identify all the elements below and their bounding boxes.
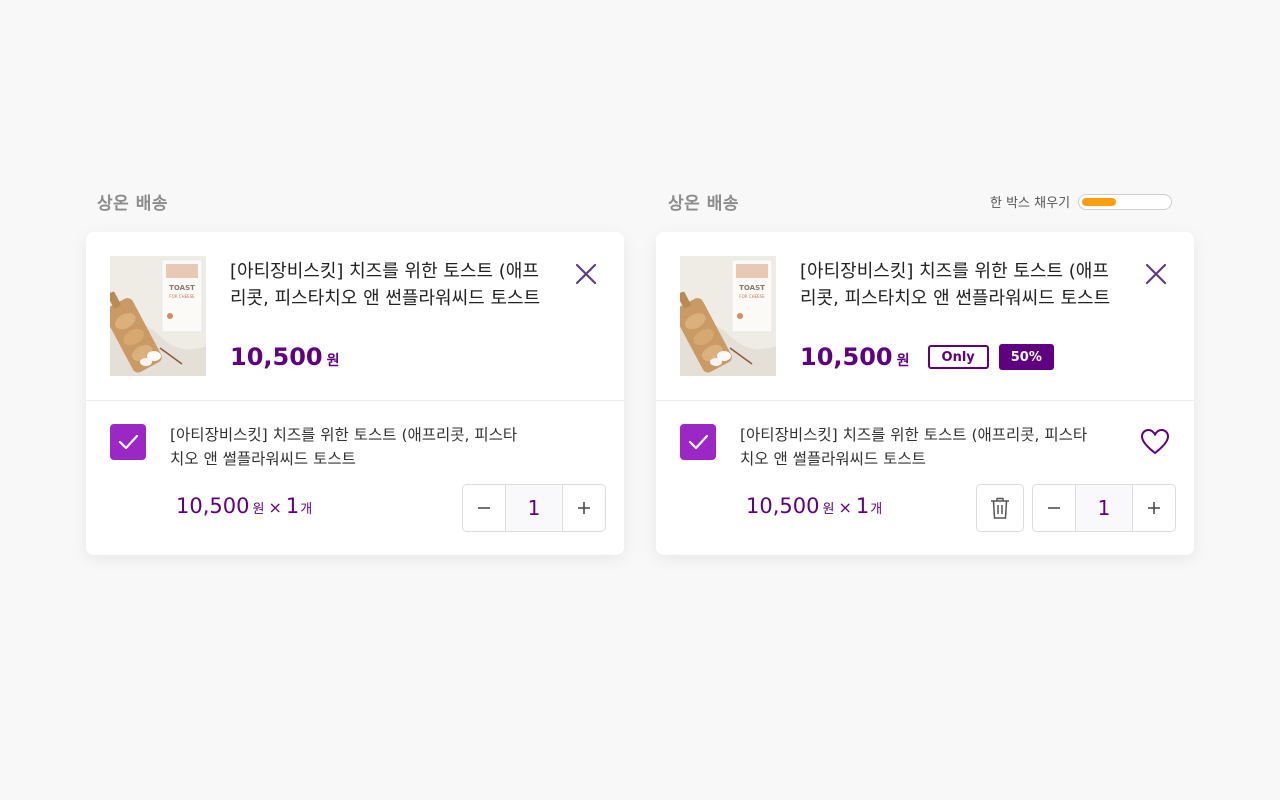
fill-box-progress-bar (1082, 197, 1117, 206)
only-badge: Only (927, 345, 989, 369)
check-icon (688, 434, 709, 450)
option-currency: 원 (822, 502, 835, 517)
product-header: TOAST FOR CHEESE [아티장비스킷] 치즈를 위한 토스트 (애프… (656, 232, 1194, 401)
price-row: 10,500 원 Only 50% (800, 343, 1054, 371)
currency-label: 원 (896, 353, 910, 369)
option-name: [아티장비스킷] 치즈를 위한 토스트 (애프리콧, 피스타치오 앤 썰플라워씨… (740, 426, 1088, 468)
fill-box-label: 한 박스 채우기 (990, 196, 1071, 211)
section-label-left: 상온 배송 (97, 194, 168, 214)
fill-box-progress-track (1078, 193, 1173, 210)
trash-icon (991, 497, 1009, 519)
remove-item-button[interactable] (574, 262, 598, 286)
option-quantity: 1 (285, 494, 300, 518)
option-price-summary: 10,500 원 × 1 개 (176, 494, 312, 518)
product-image[interactable]: TOAST FOR CHEESE (110, 256, 206, 376)
quantity-stepper: 1 (1032, 484, 1176, 532)
close-icon (1145, 263, 1167, 285)
cart-card-right: TOAST FOR CHEESE [아티장비스킷] 치즈를 위한 토스트 (애프… (656, 232, 1194, 555)
option-name: [아티장비스킷] 치즈를 위한 토스트 (애프리콧, 피스타치오 앤 썰플라워씨… (170, 426, 518, 468)
section-label-right: 상온 배송 (668, 194, 739, 214)
svg-text:FOR CHEESE: FOR CHEESE (169, 294, 195, 299)
svg-text:FOR CHEESE: FOR CHEESE (739, 294, 765, 299)
product-price: 10,500 (800, 343, 893, 371)
quantity-value[interactable]: 1 (505, 485, 563, 531)
minus-icon (1048, 507, 1060, 509)
increase-quantity-button[interactable] (1133, 485, 1175, 531)
option-row: [아티장비스킷] 치즈를 위한 토스트 (애프리콧, 피스타치오 앤 썰플라워씨… (86, 401, 624, 555)
option-checkbox[interactable] (110, 424, 146, 460)
price-row: 10,500 원 (230, 343, 340, 371)
decrease-quantity-button[interactable] (463, 485, 505, 531)
heart-icon (1140, 428, 1170, 455)
times-sign: × (268, 498, 282, 517)
svg-text:TOAST: TOAST (739, 284, 765, 292)
product-title[interactable]: [아티장비스킷] 치즈를 위한 토스트 (애프리콧, 피스타치오 앤 썬플라워씨… (230, 258, 550, 312)
decrease-quantity-button[interactable] (1033, 485, 1075, 531)
option-price: 10,500 (176, 494, 250, 518)
plus-icon (578, 502, 590, 514)
product-price: 10,500 (230, 343, 323, 371)
option-currency: 원 (252, 502, 265, 517)
option-unit: 개 (300, 502, 313, 517)
plus-icon (1148, 502, 1160, 514)
option-quantity: 1 (855, 494, 870, 518)
discount-badge: 50% (998, 344, 1054, 370)
cart-card-left: TOAST FOR CHEESE [아티장비스킷] 치즈를 위한 토스트 (애프… (86, 232, 624, 555)
option-checkbox[interactable] (680, 424, 716, 460)
delete-button[interactable] (976, 484, 1024, 532)
wishlist-button[interactable] (1140, 427, 1170, 457)
product-header: TOAST FOR CHEESE [아티장비스킷] 치즈를 위한 토스트 (애프… (86, 232, 624, 401)
product-image[interactable]: TOAST FOR CHEESE (680, 256, 776, 376)
quantity-value[interactable]: 1 (1075, 485, 1133, 531)
close-icon (575, 263, 597, 285)
fill-box-indicator: 한 박스 채우기 (990, 192, 1173, 211)
product-title[interactable]: [아티장비스킷] 치즈를 위한 토스트 (애프리콧, 피스타치오 앤 썬플라워씨… (800, 258, 1120, 312)
option-price: 10,500 (746, 494, 820, 518)
check-icon (118, 434, 139, 450)
currency-label: 원 (326, 353, 340, 369)
svg-text:TOAST: TOAST (169, 284, 195, 292)
remove-item-button[interactable] (1144, 262, 1168, 286)
times-sign: × (838, 498, 852, 517)
option-row: [아티장비스킷] 치즈를 위한 토스트 (애프리콧, 피스타치오 앤 썰플라워씨… (656, 401, 1194, 555)
quantity-stepper: 1 (462, 484, 606, 532)
option-price-summary: 10,500 원 × 1 개 (746, 494, 882, 518)
increase-quantity-button[interactable] (563, 485, 605, 531)
minus-icon (478, 507, 490, 509)
option-unit: 개 (870, 502, 883, 517)
